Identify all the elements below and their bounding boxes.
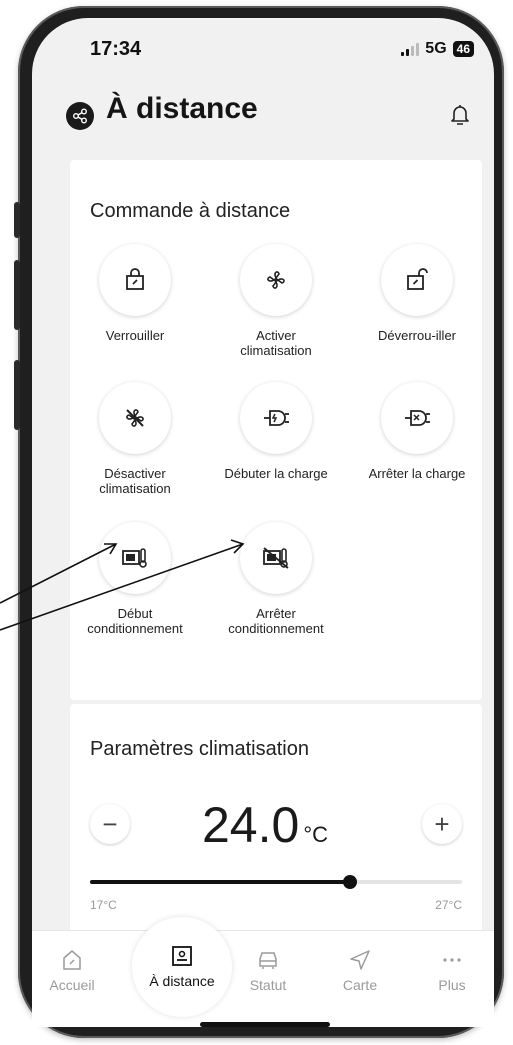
battery-icon: 46 [452,41,474,57]
phone-side-button [14,202,20,238]
nav-label-accueil: Accueil [49,977,95,993]
lock-label: Verrouiller [105,328,165,343]
car-icon [228,949,308,971]
nav-item-plus[interactable]: Plus [412,949,492,993]
temperature-slider-handle[interactable] [343,875,358,889]
fan-icon [240,244,312,316]
stop-charge-button[interactable]: Arrêter la charge [362,382,472,481]
remote-command-card: Commande à distance Verrouiller Activer … [70,160,482,700]
nav-label-statut: Statut [249,977,287,993]
remote-icon [142,945,222,967]
lock-icon [99,244,171,316]
stop-conditioning-label: Arrêter conditionnement [228,606,324,636]
nav-item-carte[interactable]: Carte [320,949,400,993]
unlock-button[interactable]: Déverrou-iller [362,244,472,343]
temperature-unit: °C [303,822,329,847]
fan-off-icon [99,382,171,454]
unlock-label: Déverrou-iller [377,328,457,343]
navigation-icon [320,949,400,971]
start-conditioning-button[interactable]: Début conditionnement [80,522,190,636]
plug-start-icon [240,382,312,454]
climate-settings-card: Paramètres climatisation − 24.0 °C + 17°C… [70,704,482,964]
temperature-increase-button[interactable]: + [422,804,462,844]
remote-command-title: Commande à distance [90,200,291,222]
nav-item-a-distance[interactable]: À distance [142,945,222,989]
bell-icon[interactable] [448,102,472,128]
phone-volume-up [14,260,20,330]
thermo-stop-icon [240,522,312,594]
start-conditioning-label: Début conditionnement [87,606,183,636]
slider-min-label: 17°C [90,898,117,912]
phone-volume-down [14,360,20,430]
network-label: 5G [425,40,447,57]
page-title: À distance [106,92,258,125]
temperature-display: 24.0 °C [202,796,328,854]
temperature-slider[interactable] [90,875,462,889]
status-time: 17:34 [90,38,142,60]
phone-screen: 17:34 5G 46 À distance Commande à distan… [32,18,494,1026]
start-charge-button[interactable]: Débuter la charge [221,382,331,481]
more-icon [412,949,492,971]
stop-conditioning-button[interactable]: Arrêter conditionnement [221,522,331,636]
stop-climate-label: Désactiver climatisation [99,466,171,496]
climate-settings-title: Paramètres climatisation [90,738,309,760]
temperature-slider-fill [90,880,351,884]
thermo-start-icon [99,522,171,594]
slider-max-label: 27°C [435,898,462,912]
bottom-nav: Accueil À distance Statut Carte Plus [32,917,494,1027]
stop-charge-label: Arrêter la charge [368,466,466,481]
share-icon[interactable] [66,102,94,130]
status-indicators: 5G 46 [401,40,474,58]
signal-icon [401,42,420,56]
nav-label-plus: Plus [438,977,466,993]
nav-item-accueil[interactable]: Accueil [32,949,112,993]
nav-item-statut[interactable]: Statut [228,949,308,993]
start-climate-button[interactable]: Activer climatisation [221,244,331,358]
start-climate-label: Activer climatisation [240,328,312,358]
start-charge-label: Débuter la charge [224,466,328,481]
nav-label-carte: Carte [342,977,378,993]
unlock-icon [381,244,453,316]
home-icon [32,949,112,971]
stop-climate-button[interactable]: Désactiver climatisation [80,382,190,496]
plug-stop-icon [381,382,453,454]
temperature-decrease-button[interactable]: − [90,804,130,844]
nav-label-a-distance: À distance [149,973,215,989]
home-indicator [200,1022,330,1027]
temperature-value: 24.0 [202,797,300,853]
lock-button[interactable]: Verrouiller [80,244,190,343]
